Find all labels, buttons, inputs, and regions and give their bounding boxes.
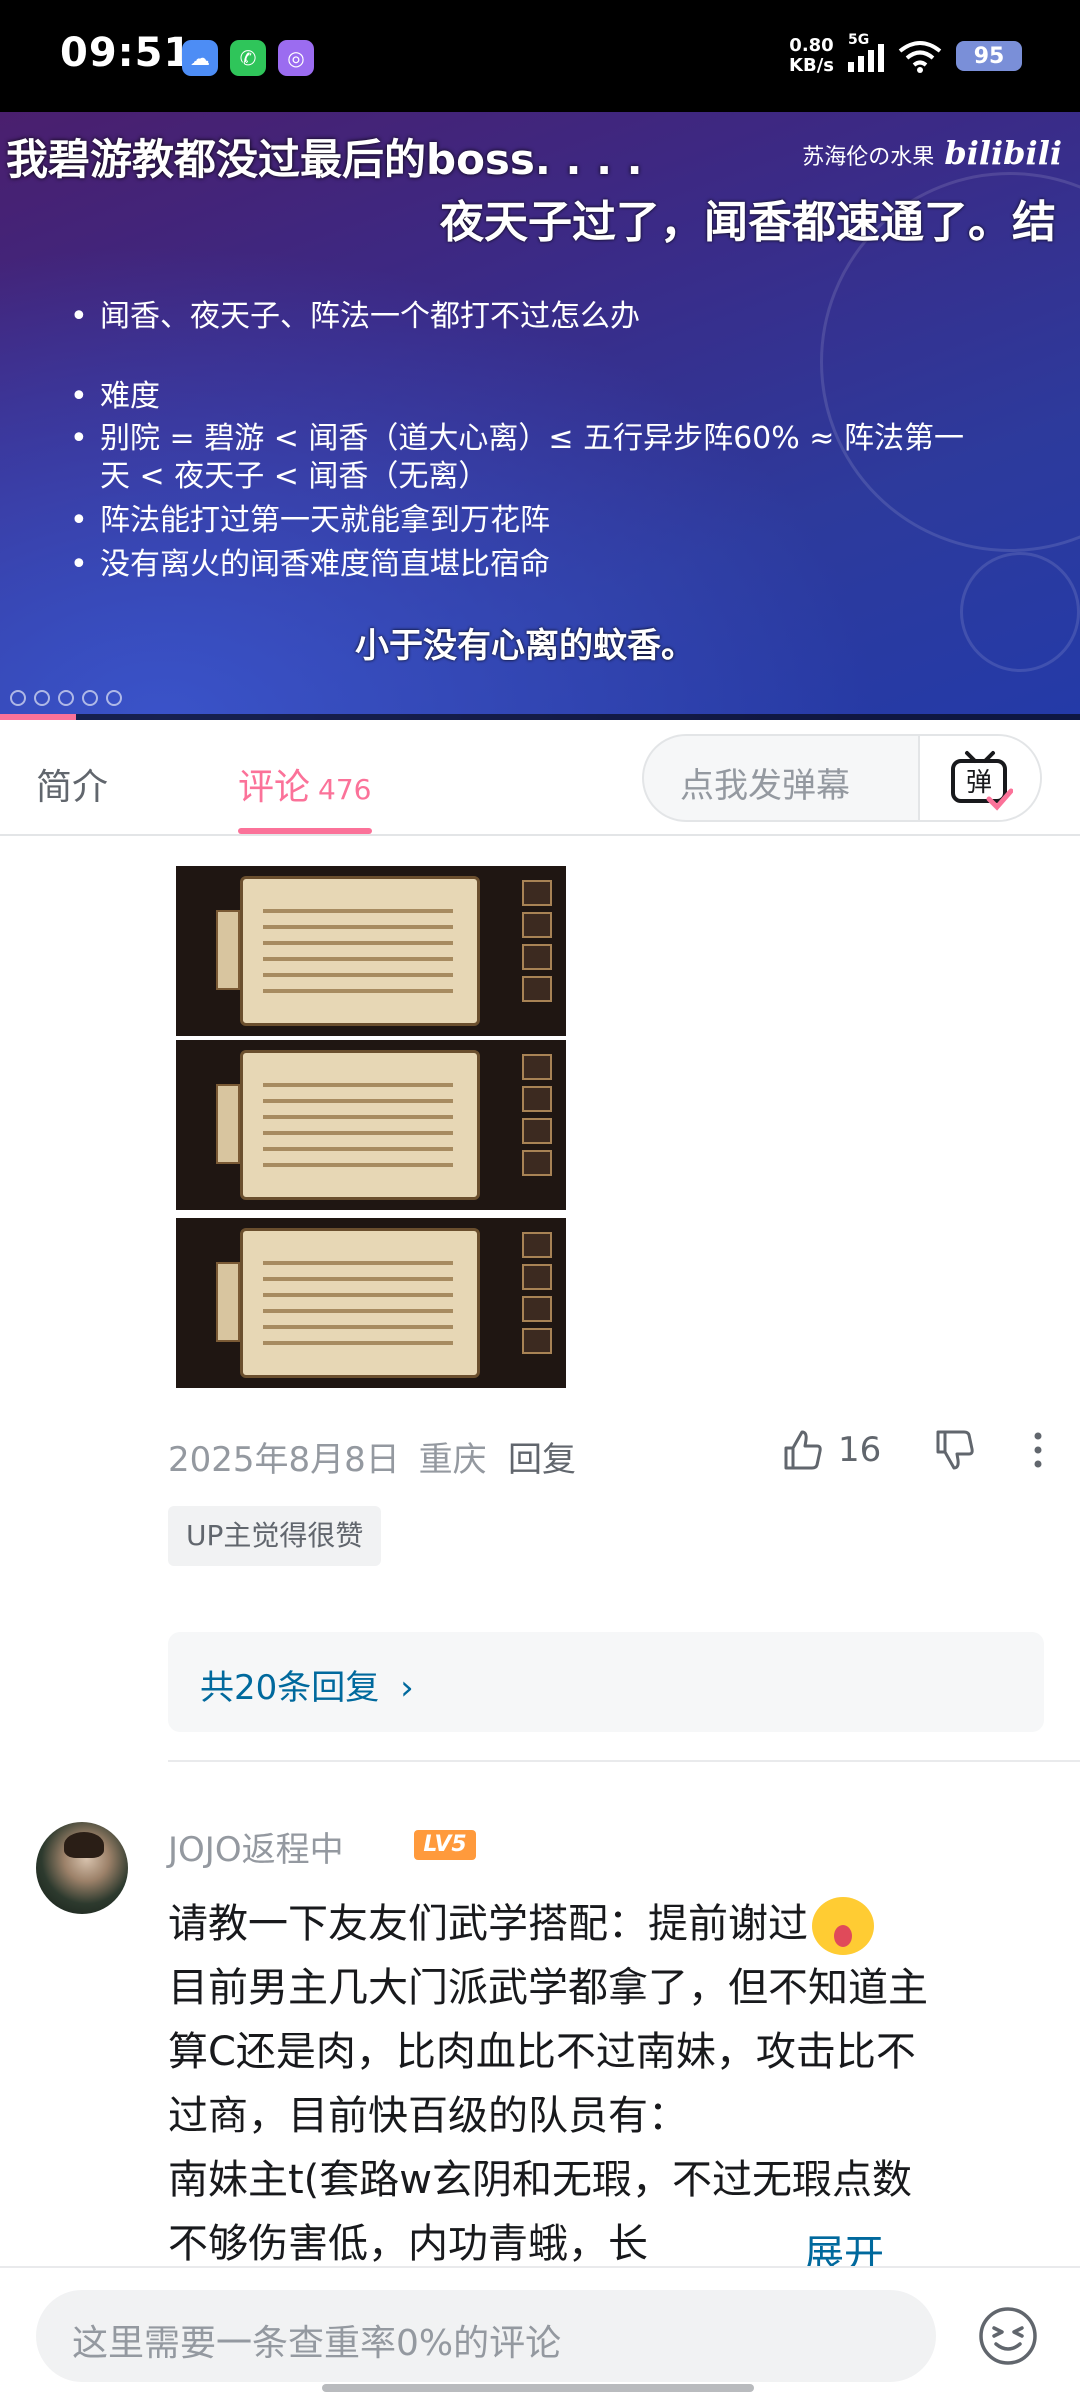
comment-body: 请教一下友友们武学搭配：提前谢过 目前男主几大门派武学都拿了，但不知道主 算C还… [168,1892,1048,2266]
comment-location: 重庆 [418,1440,487,1480]
status-app-icons: ☁ ✆ ◎ [182,40,314,76]
comment-input-placeholder: 这里需要一条查重率0%的评论 [72,2323,562,2364]
active-tab-indicator [238,828,372,834]
dislike-button[interactable] [932,1428,976,1476]
emoji-button[interactable] [976,2304,1040,2368]
like-count: 16 [838,1430,882,1470]
comment-input[interactable]: 这里需要一条查重率0%的评论 [36,2290,936,2382]
weather-cloud-icon: ☁ [182,40,218,76]
slide-bullet: 别院 = 碧游 < 闻香（道大心离）≤ 五行异步阵60% ≈ 阵法第一天 < 夜… [70,420,970,496]
tab-comments[interactable]: 评论 476 [238,758,371,810]
net-speed-unit: KB/s [789,55,834,76]
comment-image[interactable] [176,1218,566,1388]
thumbs-up-icon [784,1430,822,1470]
comment-input-bar: 这里需要一条查重率0%的评论 [0,2266,1080,2400]
like-button[interactable]: 16 [780,1428,881,1472]
danmaku-input[interactable]: 点我发弹幕 弹 [642,734,1042,822]
tab-intro[interactable]: 简介 [36,758,108,810]
video-subtitle-top: 我碧游教都没过最后的boss. . . . [6,135,643,184]
player-control-icon[interactable] [82,690,98,706]
replies-box[interactable]: 共20条回复 › [168,1632,1044,1732]
slide-bullet: 闻香、夜天子、阵法一个都打不过怎么办 [70,298,970,336]
comment-date-location: 2025年8月8日 重庆 [168,1432,487,1481]
podcast-app-icon: ◎ [278,40,314,76]
net-speed: 0.80 KB/s [789,36,834,76]
player-control-icon[interactable] [34,690,50,706]
comment-meta-row: 2025年8月8日 重庆 回复 16 [168,1424,1048,1484]
comment-line: 算C还是肉，比肉血比不过南妹，攻击比不 [168,2029,916,2075]
view-replies-link[interactable]: 共20条回复 › [200,1660,414,1709]
more-vertical-icon [1034,1432,1042,1468]
net-speed-value: 0.80 [789,35,834,56]
player-control-icon[interactable] [10,690,26,706]
video-subtitle-second: 夜天子过了，闻香都速通了。结 [440,197,1056,248]
danmaku-glyph: 弹 [966,768,992,798]
avatar[interactable] [36,1822,128,1914]
home-indicator[interactable] [322,2384,754,2392]
comment-image[interactable] [176,866,566,1036]
comment-line: 过商，目前快百级的队员有： [168,2093,688,2139]
danmaku-tv-icon: 弹 [951,751,1013,811]
network-type: 5G [848,32,870,48]
tab-comments-label: 评论 [238,767,311,808]
tab-comments-count: 476 [318,773,372,806]
status-indicators: 0.80 KB/s 5G 95 [789,32,1022,76]
phone-app-icon: ✆ [230,40,266,76]
thumbs-down-icon [936,1430,974,1470]
player-mini-controls[interactable] [10,690,122,706]
slide-bullet: 难度 [70,378,970,416]
chevron-right-icon: › [400,1668,414,1708]
video-subtitle-bottom: 小于没有心离的蚊香。 [355,626,695,666]
signal-icon: 5G [848,32,884,72]
reply-button[interactable]: 回复 [508,1432,576,1481]
replies-count-text: 共20条回复 [200,1668,380,1708]
player-control-icon[interactable] [58,690,74,706]
more-options-button[interactable] [1028,1428,1048,1476]
comment-username[interactable]: JOJO返程中 [168,1822,344,1871]
surprised-face-emoji-icon [812,1897,874,1955]
slide-bullet: 没有离火的闻香难度简直堪比宿命 [70,546,970,584]
battery-icon: 95 [956,41,1022,71]
comment-date: 2025年8月8日 [168,1440,400,1480]
status-bar: 09:51 ☁ ✆ ◎ 0.80 KB/s 5G 95 [0,0,1080,112]
wifi-icon [898,41,942,73]
status-time: 09:51 [60,30,193,76]
slide-bullet: 阵法能打过第一天就能拿到万花阵 [70,502,970,540]
video-player[interactable]: 我碧游教都没过最后的boss. . . . 苏海伦の水果 bilibili 夜天子… [0,112,1080,720]
slide-bullet-list: 闻香、夜天子、阵法一个都打不过怎么办 难度 别院 = 碧游 < 闻香（道大心离）… [70,298,970,584]
decorative-ring [960,552,1080,672]
danmaku-toggle-button[interactable]: 弹 [918,736,1040,820]
video-watermark: 苏海伦の水果 bilibili [802,134,1062,172]
player-control-icon[interactable] [106,690,122,706]
bilibili-logo: bilibili [944,134,1062,172]
up-liked-tag: UP主觉得很赞 [168,1506,382,1566]
comment-line-text: 请教一下友友们武学搭配：提前谢过 [168,1901,808,1947]
emoji-face-icon [979,2307,1037,2365]
level-badge: LV5 [414,1830,476,1860]
comment-line: 请教一下友友们武学搭配：提前谢过 [168,1892,1048,1956]
danmaku-placeholder: 点我发弹幕 [680,766,850,806]
comment-divider [168,1760,1080,1762]
comment-image[interactable] [176,1040,566,1210]
comment-line: 目前男主几大门派武学都拿了，但不知道主 [168,1965,928,2011]
comment-line: 南妹主t(套路w玄阴和无瑕，不过无瑕点数 [168,2157,913,2203]
watermark-author: 苏海伦の水果 [802,145,935,170]
comment-line: 不够伤害低，内功青蛾，长 [168,2221,648,2266]
